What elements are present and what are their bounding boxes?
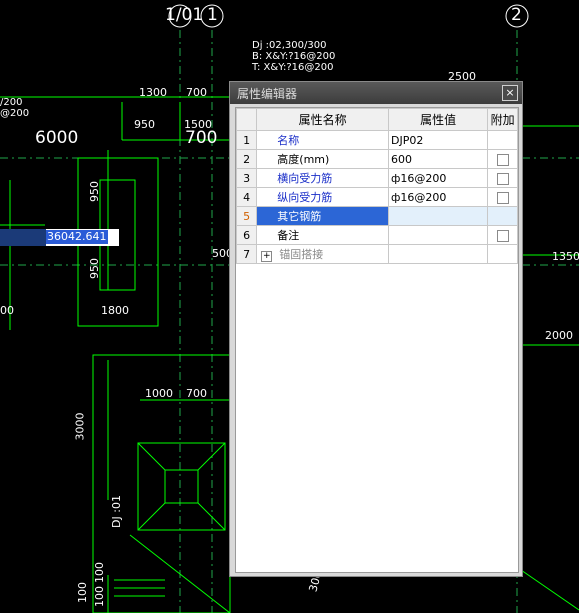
row-index: 5 bbox=[235, 206, 258, 226]
property-name-cell[interactable]: 其它钢筋 bbox=[256, 206, 390, 226]
extra-cell bbox=[487, 187, 518, 207]
dim-label: 1000 bbox=[145, 387, 173, 400]
table-row[interactable]: 7 + 锚固搭接 bbox=[235, 244, 518, 264]
table-row[interactable]: 6 备注 bbox=[235, 225, 518, 245]
table-header-row: 属性名称 属性值 附加 bbox=[235, 108, 518, 131]
expand-icon[interactable]: + bbox=[261, 251, 273, 262]
property-value-cell[interactable]: ф16@200 bbox=[388, 187, 489, 207]
property-value-cell[interactable] bbox=[388, 206, 489, 226]
property-value-cell[interactable] bbox=[388, 244, 489, 264]
property-name-label: 锚固搭接 bbox=[279, 248, 324, 261]
dim-label: 100 bbox=[93, 586, 106, 607]
property-name-cell[interactable]: 纵向受力筋 bbox=[256, 187, 390, 207]
row-index: 7 bbox=[235, 244, 258, 264]
extra-checkbox[interactable] bbox=[496, 229, 509, 242]
header-index-cell bbox=[235, 108, 258, 131]
pile-cap-diag bbox=[137, 502, 166, 531]
property-value-cell[interactable]: DJP02 bbox=[388, 130, 489, 150]
dim-label-large: 700 bbox=[185, 128, 218, 148]
property-table: 属性名称 属性值 附加 1 名称 DJP02 2 高度(mm) 600 3 横向… bbox=[235, 108, 518, 264]
annotation-line: /200 bbox=[0, 97, 23, 108]
axis-label-1: 1 bbox=[207, 5, 218, 25]
table-row[interactable]: 2 高度(mm) 600 bbox=[235, 149, 518, 169]
property-name-cell[interactable]: 高度(mm) bbox=[256, 149, 390, 169]
table-row[interactable]: 3 横向受力筋 ф16@200 bbox=[235, 168, 518, 188]
header-extra[interactable]: 附加 bbox=[487, 108, 518, 131]
row-index: 3 bbox=[235, 168, 258, 188]
table-row[interactable]: 4 纵向受力筋 ф16@200 bbox=[235, 187, 518, 207]
dim-label: 00 bbox=[0, 304, 14, 317]
dialog-title-bar[interactable]: 属性编辑器 × bbox=[230, 82, 522, 104]
axis-label-1-01: 1/01 bbox=[165, 5, 204, 25]
pile-cap-diag bbox=[197, 502, 226, 531]
extra-cell bbox=[487, 206, 518, 226]
extra-cell bbox=[487, 225, 518, 245]
axis-label-2: 2 bbox=[511, 5, 522, 25]
property-editor-dialog: 属性编辑器 × 属性名称 属性值 附加 1 名称 DJP02 2 高度(mm) … bbox=[229, 81, 523, 577]
dim-label: 1300 bbox=[139, 86, 167, 99]
left-annotation: /200 @200 bbox=[0, 97, 29, 119]
property-value-cell[interactable]: ф16@200 bbox=[388, 168, 489, 188]
property-name-cell[interactable]: 名称 bbox=[256, 130, 390, 150]
property-name-cell[interactable]: 横向受力筋 bbox=[256, 168, 390, 188]
extra-cell bbox=[487, 130, 518, 150]
dim-label: 3000 bbox=[73, 412, 87, 441]
dialog-title: 属性编辑器 bbox=[237, 87, 298, 101]
extra-cell bbox=[487, 244, 518, 264]
annotation-line: @200 bbox=[0, 108, 30, 119]
dim-label-large: 6000 bbox=[35, 128, 79, 148]
table-row[interactable]: 1 名称 DJP02 bbox=[235, 130, 518, 150]
dim-label: 100 bbox=[76, 582, 89, 603]
pile-cap-inner bbox=[164, 469, 199, 504]
dim-label: 950 bbox=[88, 181, 101, 202]
extra-checkbox[interactable] bbox=[496, 191, 509, 204]
row-index: 4 bbox=[235, 187, 258, 207]
dim-label: 700 bbox=[186, 387, 207, 400]
dim-label: 1350 bbox=[552, 250, 579, 263]
property-value-cell[interactable] bbox=[388, 225, 489, 245]
annotation-line: Dj :02,300/300 bbox=[252, 40, 327, 51]
property-name-cell[interactable]: + 锚固搭接 bbox=[256, 244, 390, 264]
extra-cell bbox=[487, 168, 518, 188]
footing-annotation: Dj :02,300/300 B: X&Y:?16@200 T: X&Y:?16… bbox=[252, 40, 335, 73]
header-property-name[interactable]: 属性名称 bbox=[256, 108, 390, 131]
dim-label: 700 bbox=[186, 86, 207, 99]
pile-cap-diag bbox=[137, 442, 166, 471]
dim-label: 100 bbox=[93, 562, 106, 583]
row-index: 1 bbox=[235, 130, 258, 150]
dim-label: 950 bbox=[88, 258, 101, 279]
close-icon: × bbox=[505, 86, 515, 99]
dim-label: 1800 bbox=[101, 304, 129, 317]
header-property-value[interactable]: 属性值 bbox=[388, 108, 489, 131]
dim-label: 950 bbox=[134, 118, 155, 131]
row-index: 2 bbox=[235, 149, 258, 169]
extra-checkbox[interactable] bbox=[496, 153, 509, 166]
extra-cell bbox=[487, 149, 518, 169]
footing-slope-right bbox=[520, 569, 579, 611]
annotation-line: T: X&Y:?16@200 bbox=[252, 62, 334, 73]
property-grid: 属性名称 属性值 附加 1 名称 DJP02 2 高度(mm) 600 3 横向… bbox=[235, 107, 519, 573]
coordinate-input-highlight bbox=[0, 229, 46, 246]
dim-label: 2000 bbox=[545, 329, 573, 342]
property-value-cell[interactable]: 600 bbox=[388, 149, 489, 169]
footing-id-label: DJ :01 bbox=[109, 495, 123, 528]
property-name-cell[interactable]: 备注 bbox=[256, 225, 390, 245]
close-button[interactable]: × bbox=[502, 85, 518, 101]
table-row-selected[interactable]: 5 其它钢筋 bbox=[235, 206, 518, 226]
coordinate-input-value[interactable]: 36042.641 bbox=[46, 230, 108, 244]
row-index: 6 bbox=[235, 225, 258, 245]
extra-checkbox[interactable] bbox=[496, 172, 509, 185]
annotation-line: B: X&Y:?16@200 bbox=[252, 51, 336, 62]
